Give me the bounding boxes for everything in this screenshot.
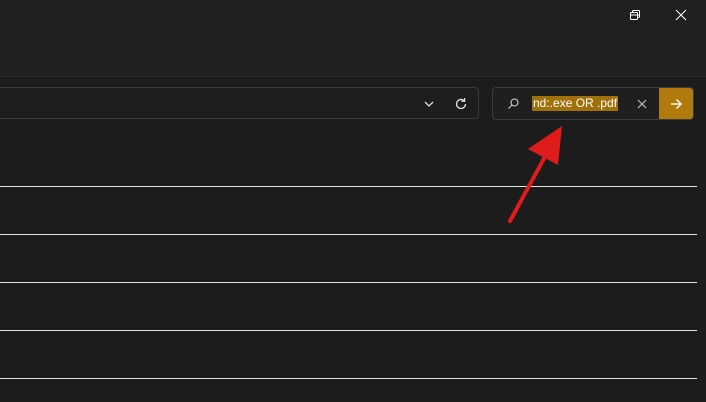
row-separator xyxy=(0,282,697,283)
close-icon xyxy=(675,9,687,21)
arrow-head xyxy=(528,126,562,165)
address-bar[interactable] xyxy=(0,87,479,119)
chevron-down-icon xyxy=(424,101,434,107)
restore-icon xyxy=(630,10,640,20)
row-separator xyxy=(0,186,697,187)
arrow-shaft xyxy=(508,151,549,223)
search-go-button[interactable] xyxy=(659,88,693,119)
refresh-button[interactable] xyxy=(452,95,470,113)
title-bar xyxy=(0,0,706,76)
row-separator xyxy=(0,234,697,235)
search-input[interactable]: nd:.exe OR .pdf xyxy=(532,96,619,111)
toolbar-divider xyxy=(0,76,706,77)
address-history-button[interactable] xyxy=(420,95,438,113)
row-separator xyxy=(0,330,697,331)
close-icon[interactable] xyxy=(634,96,650,112)
row-separator xyxy=(0,378,697,379)
arrow-right-icon xyxy=(671,98,682,109)
refresh-icon xyxy=(455,98,467,110)
search-icon xyxy=(508,98,519,109)
restore-button[interactable] xyxy=(612,0,658,30)
close-button[interactable] xyxy=(658,0,704,30)
